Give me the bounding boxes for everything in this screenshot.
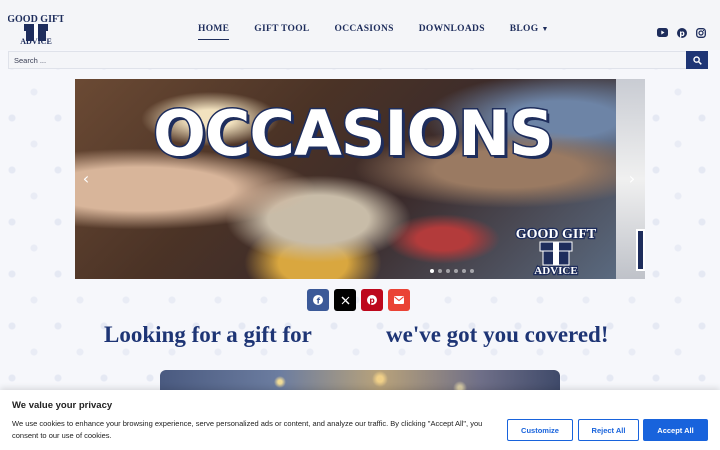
customize-button[interactable]: Customize [507, 419, 573, 441]
search-button[interactable] [686, 51, 708, 69]
main-nav: HOME GIFT TOOL OCCASIONS DOWNLOADS BLOG ▼ [198, 24, 549, 40]
reject-all-button[interactable]: Reject All [578, 419, 639, 441]
facebook-icon: f [313, 295, 323, 305]
slide-occasions[interactable]: OCCASIONS GOOD GIFT ADVICE [75, 79, 616, 279]
share-email-button[interactable] [388, 289, 410, 311]
slider-dot[interactable] [454, 269, 458, 273]
site-header: GOOD GIFT ADVICE HOME GIFT TOOL OCCASION… [0, 0, 720, 50]
chevron-left-icon[interactable]: ‹ [79, 171, 93, 187]
youtube-icon[interactable] [657, 27, 668, 38]
share-facebook-button[interactable]: f [307, 289, 329, 311]
svg-text:p: p [369, 296, 375, 305]
slider-dots [430, 269, 474, 273]
site-logo[interactable]: GOOD GIFT ADVICE [7, 12, 65, 46]
nav-gift-tool[interactable]: GIFT TOOL [254, 24, 309, 40]
hero-slider[interactable]: OCCASIONS GOOD GIFT ADVICE ‹ › [75, 79, 645, 279]
chevron-down-icon: ▼ [541, 25, 549, 33]
slider-dot[interactable] [446, 269, 450, 273]
slide-logo: GOOD GIFT ADVICE [510, 224, 602, 279]
accept-all-button[interactable]: Accept All [643, 419, 708, 441]
svg-text:p: p [679, 29, 685, 38]
pinterest-icon[interactable]: p [676, 27, 687, 38]
nav-blog[interactable]: BLOG ▼ [510, 24, 549, 40]
slide-title: OCCASIONS [152, 96, 556, 172]
slide-logo-line2: ADVICE [534, 265, 577, 276]
slide-logo-line1: GOOD GIFT [516, 227, 597, 242]
chevron-right-icon[interactable]: › [625, 171, 639, 187]
share-x-button[interactable] [334, 289, 356, 311]
svg-text:f: f [317, 297, 321, 305]
search-icon [692, 55, 702, 65]
nav-blog-label: BLOG [509, 24, 539, 34]
share-pinterest-button[interactable]: p [361, 289, 383, 311]
nav-home[interactable]: HOME [198, 24, 230, 40]
tagline-left: Looking for a gift for [104, 322, 312, 347]
slider-dot[interactable] [438, 269, 442, 273]
instagram-icon[interactable] [695, 27, 706, 38]
social-links: p [657, 27, 706, 38]
cookie-consent-banner: We value your privacy We use cookies to … [0, 390, 720, 450]
slider-dot[interactable] [430, 269, 434, 273]
nav-downloads[interactable]: DOWNLOADS [419, 24, 485, 40]
cookie-title: We value your privacy [12, 400, 113, 411]
slider-dot[interactable] [470, 269, 474, 273]
logo-line2: ADVICE [20, 37, 52, 46]
nav-occasions[interactable]: OCCASIONS [335, 24, 394, 40]
search-bar [8, 51, 708, 69]
cookie-text: We use cookies to enhance your browsing … [12, 419, 483, 440]
email-icon [394, 296, 404, 304]
x-icon [340, 295, 350, 305]
pinterest-icon: p [367, 295, 377, 305]
slider-dot[interactable] [462, 269, 466, 273]
tagline-right: we've got you covered! [386, 322, 609, 347]
logo-line1: GOOD GIFT [8, 14, 64, 25]
search-input[interactable] [8, 51, 686, 69]
share-buttons: f p [307, 289, 410, 311]
